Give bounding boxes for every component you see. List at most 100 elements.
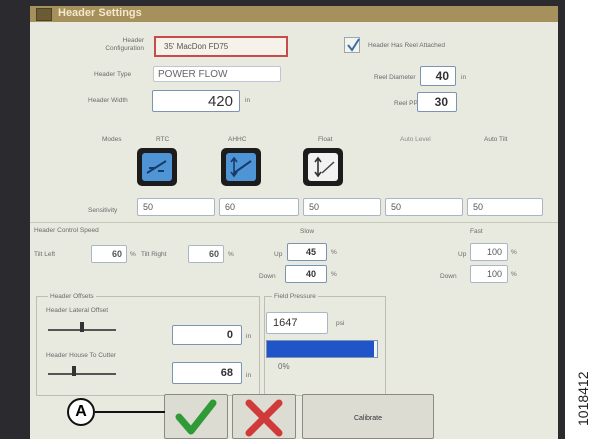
slow-up-label: Up xyxy=(274,251,283,258)
fast-down-value: 100 xyxy=(486,269,502,279)
slow-up-percent: % xyxy=(331,249,337,256)
checkmark-icon xyxy=(347,38,360,52)
fast-up-label: Up xyxy=(458,251,467,258)
header-offsets-label: Header Offsets xyxy=(48,293,96,300)
reel-diameter-unit: in xyxy=(461,74,467,81)
tilt-right-label: Tilt Right xyxy=(141,251,167,258)
field-pressure-value: 1647 xyxy=(273,317,298,329)
sensitivity-auto-tilt-value: 50 xyxy=(473,202,484,212)
slow-down-field[interactable]: 40 xyxy=(285,265,327,283)
figure-id-text: 1018412 xyxy=(575,371,591,426)
confirm-button[interactable] xyxy=(164,394,228,439)
float-mode-button[interactable] xyxy=(303,148,343,186)
reel-attached-checkbox[interactable] xyxy=(344,37,360,53)
tilt-right-field[interactable]: 60 xyxy=(188,245,224,263)
rtc-mode-button[interactable] xyxy=(137,148,177,186)
mode-col-auto-tilt: Auto Tilt xyxy=(484,136,508,143)
header-width-label: Header Width xyxy=(88,97,128,104)
callout-leader-line xyxy=(95,411,165,413)
header-type-field[interactable]: POWER FLOW xyxy=(153,66,281,82)
float-mode-icon xyxy=(308,153,338,181)
header-config-value: 35' MacDon FD75 xyxy=(164,42,229,51)
reel-diameter-value: 40 xyxy=(435,69,449,83)
slow-up-field[interactable]: 45 xyxy=(287,243,327,261)
field-pressure-field: 1647 xyxy=(266,312,328,334)
house-to-cutter-value: 68 xyxy=(220,367,233,379)
fast-up-value: 100 xyxy=(486,247,502,257)
header-settings-icon xyxy=(36,8,52,21)
tilt-left-label: Tilt Left xyxy=(34,251,56,258)
config-label-line2: Configuration xyxy=(105,45,144,52)
slow-up-value: 45 xyxy=(305,247,316,257)
fast-label: Fast xyxy=(470,228,483,235)
house-to-cutter-unit: in xyxy=(246,372,252,379)
tilt-left-field[interactable]: 60 xyxy=(91,245,127,263)
house-slider-handle xyxy=(72,366,76,376)
sensitivity-ahhc-field[interactable]: 60 xyxy=(219,198,299,216)
reel-diameter-field[interactable]: 40 xyxy=(420,66,456,86)
fast-up-field[interactable]: 100 xyxy=(470,243,508,261)
sensitivity-float-field[interactable]: 50 xyxy=(303,198,381,216)
sensitivity-rtc-value: 50 xyxy=(143,202,154,212)
calibrate-label: Calibrate xyxy=(353,415,382,422)
sensitivity-float-value: 50 xyxy=(309,202,320,212)
mode-col-ahhc: AHHC xyxy=(228,136,247,143)
house-to-cutter-slider[interactable] xyxy=(46,364,118,376)
field-pressure-percent: 0% xyxy=(278,362,290,371)
lateral-offset-slider[interactable] xyxy=(46,320,118,332)
fast-up-percent: % xyxy=(511,249,517,256)
sensitivity-rtc-field[interactable]: 50 xyxy=(137,198,215,216)
ahhc-mode-button[interactable] xyxy=(221,148,261,186)
callout-a: A xyxy=(67,398,95,426)
sensitivity-auto-tilt-field[interactable]: 50 xyxy=(467,198,543,216)
divider xyxy=(30,222,558,223)
slow-down-percent: % xyxy=(331,271,337,278)
checkmark-icon xyxy=(175,399,217,435)
close-icon xyxy=(245,399,283,437)
house-to-cutter-label: Header House To Cutter xyxy=(46,352,116,359)
lateral-offset-value: 0 xyxy=(226,329,233,341)
header-config-field[interactable]: 35' MacDon FD75 xyxy=(154,36,288,57)
config-label: Header Configuration xyxy=(84,37,144,53)
fast-down-field[interactable]: 100 xyxy=(470,265,508,283)
lateral-slider-handle xyxy=(80,322,84,332)
slow-label: Slow xyxy=(300,228,315,235)
tilt-left-value: 60 xyxy=(111,249,122,259)
modes-label: Modes xyxy=(102,136,122,143)
fast-down-label: Down xyxy=(440,273,457,280)
header-type-value: POWER FLOW xyxy=(158,69,228,80)
mode-col-auto-level: Auto Level xyxy=(400,136,431,143)
tilt-right-value: 60 xyxy=(208,249,219,259)
mode-col-rtc: RTC xyxy=(156,136,170,143)
lateral-offset-label: Header Lateral Offset xyxy=(46,307,109,314)
mode-col-float: Float xyxy=(318,136,333,143)
reel-diameter-label: Reel Diameter xyxy=(374,74,416,81)
slow-down-value: 40 xyxy=(305,269,316,279)
tilt-right-percent: % xyxy=(228,251,234,258)
header-type-label: Header Type xyxy=(94,71,132,78)
reel-ppr-value: 30 xyxy=(434,95,448,109)
header-width-field[interactable]: 420 xyxy=(152,90,240,112)
reel-attached-label: Header Has Reel Attached xyxy=(368,42,445,49)
calibrate-button[interactable]: Calibrate xyxy=(302,394,434,439)
field-pressure-unit: psi xyxy=(336,320,345,327)
sensitivity-label: Sensitivity xyxy=(88,207,118,214)
lateral-offset-field[interactable]: 0 xyxy=(172,325,242,345)
header-width-unit: in xyxy=(245,97,251,104)
field-pressure-bar-fill xyxy=(267,341,374,357)
fast-down-percent: % xyxy=(511,271,517,278)
figure-id: 1018412 xyxy=(572,330,594,430)
house-to-cutter-field[interactable]: 68 xyxy=(172,362,242,384)
sensitivity-auto-level-value: 50 xyxy=(391,202,402,212)
tilt-left-percent: % xyxy=(130,251,136,258)
reel-ppr-field[interactable]: 30 xyxy=(417,92,457,112)
config-label-line1: Header xyxy=(122,37,144,44)
sensitivity-auto-level-field[interactable]: 50 xyxy=(385,198,463,216)
lateral-offset-unit: in xyxy=(246,333,252,340)
slow-down-label: Down xyxy=(259,273,276,280)
field-pressure-bar xyxy=(266,340,378,358)
ahhc-mode-icon xyxy=(226,153,256,181)
control-speed-label: Header Control Speed xyxy=(34,227,99,234)
header-width-value: 420 xyxy=(207,93,233,110)
cancel-button[interactable] xyxy=(232,394,296,439)
